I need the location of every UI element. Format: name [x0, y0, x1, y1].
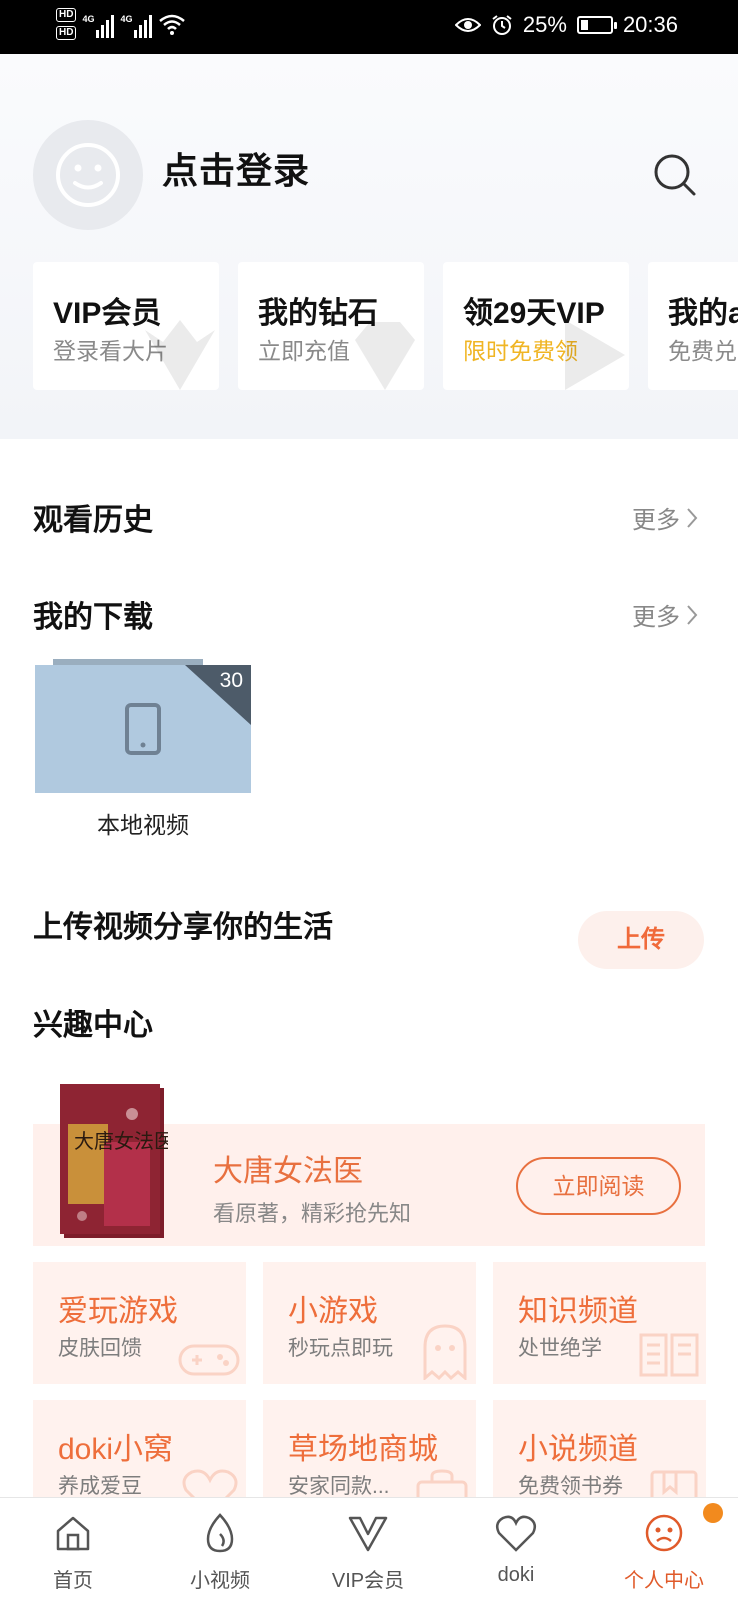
eye-icon — [454, 18, 481, 32]
tile-subtitle: 免费领书券 — [518, 1475, 623, 1498]
flame-icon — [206, 1513, 234, 1553]
tile-subtitle: 安家同款... — [288, 1475, 390, 1498]
tile-title: 草场地商城 — [288, 1433, 438, 1466]
card-subtitle: 免费兑 — [668, 338, 737, 364]
free-vip-card[interactable]: 领29天VIP 限时免费领 — [443, 262, 629, 390]
partial-card[interactable]: 我的a 免费兑 — [648, 262, 738, 390]
download-count-badge: 30 — [219, 669, 243, 692]
clock: 20:36 — [622, 12, 678, 37]
network-type-label: 4G — [82, 14, 95, 24]
ghost-icon — [423, 1324, 467, 1380]
knowledge-tile[interactable]: 知识频道 处世绝学 — [493, 1262, 706, 1384]
doki-heart-icon — [495, 1515, 537, 1552]
status-bar: HD HD 4G 4G 25% 20:36 — [0, 0, 738, 54]
promo-title: 大唐女法医 — [213, 1155, 363, 1188]
mini-game-tile[interactable]: 小游戏 秒玩点即玩 — [263, 1262, 476, 1384]
card-title: 我的a — [668, 297, 738, 330]
wifi-icon — [159, 14, 186, 35]
tile-title: 爱玩游戏 — [58, 1295, 178, 1328]
play-watermark-icon — [565, 320, 625, 390]
home-icon — [56, 1516, 90, 1551]
vip-crown-watermark-icon — [145, 320, 215, 390]
history-title: 观看历史 — [33, 504, 153, 537]
status-left: HD HD 4G 4G — [56, 8, 186, 40]
tile-subtitle: 处世绝学 — [518, 1337, 602, 1360]
local-video-folder[interactable]: 30 — [35, 659, 251, 793]
nav-label: 首页 — [53, 1570, 93, 1592]
profile-header: 点击登录 VIP会员 登录看大片 我的钻石 立即充值 领29天VIP 限时免费领 — [0, 54, 738, 439]
nav-label: doki — [497, 1564, 535, 1586]
tile-title: 小说频道 — [518, 1433, 638, 1466]
upload-title: 上传视频分享你的生活 — [33, 911, 333, 944]
signal-1-icon: 4G — [82, 10, 115, 38]
bottom-nav: 首页 小视频 VIP会员 doki 个人中心 — [0, 1497, 738, 1600]
open-book-icon — [639, 1333, 699, 1377]
tile-subtitle: 皮肤回馈 — [58, 1337, 142, 1360]
downloads-more-link[interactable]: 更多 — [632, 597, 698, 632]
game-tile[interactable]: 爱玩游戏 皮肤回馈 — [33, 1262, 246, 1384]
diamond-card[interactable]: 我的钻石 立即充值 — [238, 262, 424, 390]
vip-member-card[interactable]: VIP会员 登录看大片 — [33, 262, 219, 390]
battery-icon — [576, 16, 617, 34]
signal-2-icon: 4G — [120, 10, 153, 38]
downloads-title: 我的下载 — [33, 601, 153, 634]
status-right: 25% 20:36 — [454, 12, 678, 38]
search-icon — [654, 154, 696, 196]
nav-home[interactable]: 首页 — [13, 1508, 133, 1593]
hd-badge: HD — [56, 26, 77, 40]
chevron-right-icon — [687, 507, 698, 528]
hd-indicators: HD HD — [56, 8, 77, 40]
promo-subtitle: 看原著，精彩抢先知 — [213, 1201, 412, 1226]
vip-v-icon — [348, 1516, 388, 1552]
profile-face-icon — [645, 1514, 683, 1552]
notification-dot — [703, 1503, 723, 1523]
search-button[interactable] — [650, 150, 700, 200]
alarm-icon — [492, 15, 512, 35]
read-now-button[interactable]: 立即阅读 — [516, 1157, 681, 1215]
more-label: 更多 — [632, 604, 680, 631]
nav-label: VIP会员 — [331, 1570, 405, 1592]
interest-title: 兴趣中心 — [33, 1009, 153, 1042]
nav-short-video[interactable]: 小视频 — [160, 1508, 280, 1593]
book-cover-text: 大唐女法医 — [74, 1129, 168, 1153]
tile-subtitle: 养成爱豆 — [58, 1475, 142, 1498]
card-subtitle: 立即充值 — [258, 338, 350, 364]
nav-label: 个人中心 — [624, 1570, 704, 1592]
tile-subtitle: 秒玩点即玩 — [288, 1337, 393, 1360]
local-video-label: 本地视频 — [97, 812, 189, 838]
book-cover-image: 大唐女法医 — [60, 1084, 174, 1242]
tile-title: 小游戏 — [288, 1295, 378, 1328]
book-cover-icon: 大唐女法医 — [60, 1084, 174, 1238]
battery-percent: 25% — [522, 12, 567, 37]
tile-title: doki小窝 — [58, 1433, 174, 1466]
smiley-face-icon — [56, 143, 120, 207]
more-label: 更多 — [632, 507, 680, 534]
membership-cards: VIP会员 登录看大片 我的钻石 立即充值 领29天VIP 限时免费领 我的a … — [0, 262, 738, 392]
folder-thumbnail — [35, 659, 251, 793]
upload-button[interactable]: 上传 — [578, 911, 704, 969]
chevron-right-icon — [687, 604, 698, 625]
nav-label: 小视频 — [190, 1570, 250, 1592]
diamond-watermark-icon — [355, 322, 415, 390]
gamepad-icon — [178, 1344, 240, 1376]
tile-title: 知识频道 — [518, 1295, 638, 1328]
hd-badge: HD — [56, 8, 77, 22]
nav-doki[interactable]: doki — [456, 1508, 576, 1587]
network-type-label: 4G — [120, 14, 133, 24]
avatar[interactable] — [33, 120, 143, 230]
history-more-link[interactable]: 更多 — [632, 500, 698, 535]
nav-vip[interactable]: VIP会员 — [308, 1508, 428, 1593]
login-button[interactable]: 点击登录 — [162, 142, 310, 194]
